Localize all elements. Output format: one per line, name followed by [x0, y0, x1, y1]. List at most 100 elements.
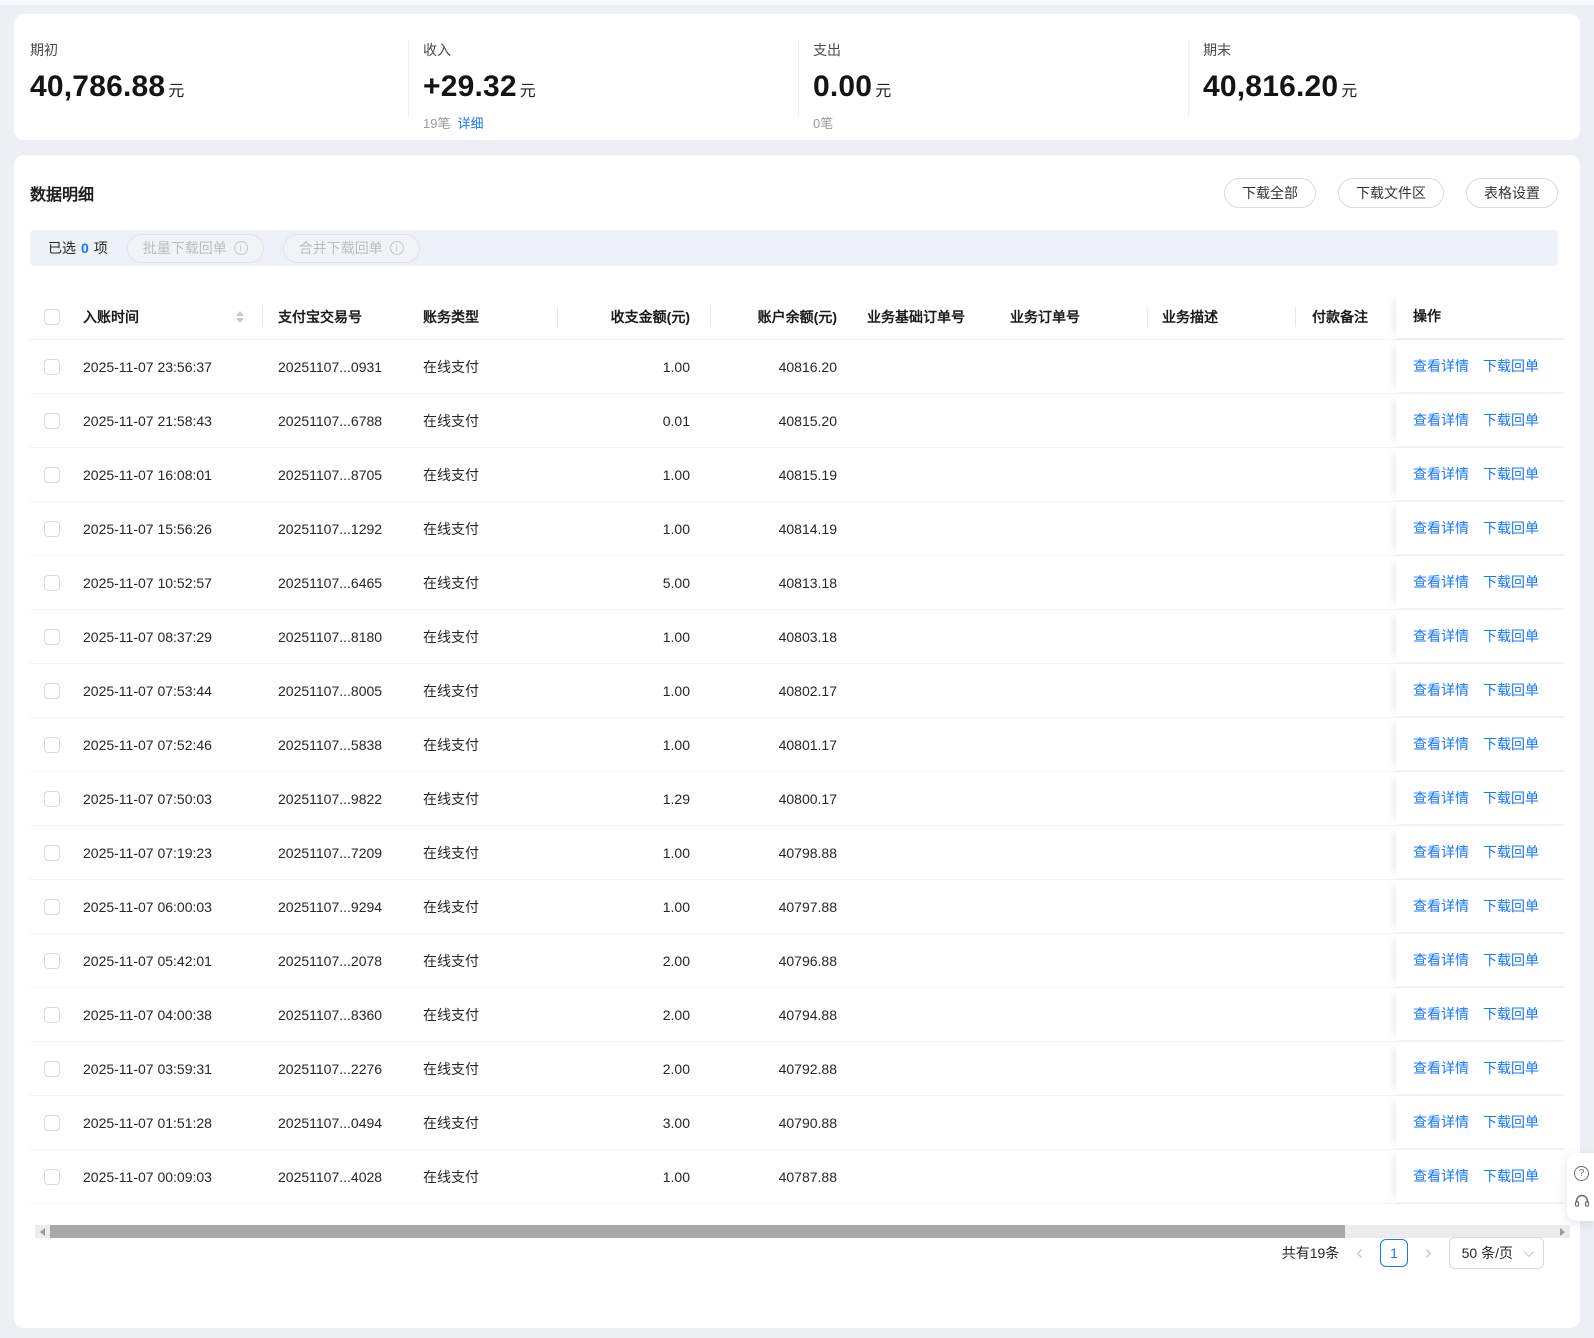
cell-account-type: 在线支付 [423, 790, 479, 807]
question-icon[interactable]: ? [1574, 1165, 1589, 1181]
download-receipt-link[interactable]: 下载回单 [1483, 410, 1539, 430]
download-receipt-link[interactable]: 下载回单 [1483, 680, 1539, 700]
view-detail-link[interactable]: 查看详情 [1413, 896, 1469, 916]
stat-label: 收入 [423, 42, 451, 58]
chevron-right-icon[interactable]: › [1423, 1243, 1434, 1263]
view-detail-link[interactable]: 查看详情 [1413, 680, 1469, 700]
download-receipt-link[interactable]: 下载回单 [1483, 1058, 1539, 1078]
table-settings-button[interactable]: 表格设置 [1466, 178, 1558, 208]
selected-suffix: 项 [93, 240, 108, 256]
row-checkbox[interactable] [44, 952, 60, 969]
download-receipt-link[interactable]: 下载回单 [1483, 356, 1539, 376]
download-receipt-link[interactable]: 下载回单 [1483, 626, 1539, 646]
cell-amount: 1.00 [662, 358, 690, 375]
row-checkbox[interactable] [44, 520, 60, 537]
view-detail-link[interactable]: 查看详情 [1413, 1166, 1469, 1186]
download-receipt-link[interactable]: 下载回单 [1483, 1166, 1539, 1186]
cell-account-type: 在线支付 [423, 1006, 479, 1023]
row-checkbox[interactable] [44, 682, 60, 699]
row-checkbox[interactable] [44, 1060, 60, 1077]
view-detail-link[interactable]: 查看详情 [1413, 950, 1469, 970]
chevron-left-icon[interactable]: ‹ [1354, 1243, 1365, 1263]
sort-icon[interactable] [236, 310, 244, 323]
view-detail-link[interactable]: 查看详情 [1413, 1058, 1469, 1078]
download-receipt-link[interactable]: 下载回单 [1483, 464, 1539, 484]
cell-txn-id: 20251107...9294 [278, 898, 383, 915]
view-detail-link[interactable]: 查看详情 [1413, 518, 1469, 538]
download-receipt-link[interactable]: 下载回单 [1483, 896, 1539, 916]
info-icon[interactable]: i [233, 241, 248, 255]
view-detail-link[interactable]: 查看详情 [1413, 842, 1469, 862]
page-size-select[interactable]: 50 条/页 [1448, 1237, 1544, 1269]
cell-balance: 40794.88 [778, 1006, 837, 1023]
download-receipt-link[interactable]: 下载回单 [1483, 842, 1539, 862]
row-checkbox[interactable] [44, 790, 60, 807]
view-detail-link[interactable]: 查看详情 [1413, 626, 1469, 646]
cell-account-type: 在线支付 [423, 574, 479, 591]
income-detail-link[interactable]: 详细 [457, 116, 483, 131]
download-receipt-link[interactable]: 下载回单 [1483, 788, 1539, 808]
row-checkbox[interactable] [44, 574, 60, 591]
cell-time: 2025-11-07 23:56:37 [83, 358, 212, 375]
download-filezone-button[interactable]: 下载文件区 [1338, 178, 1444, 208]
stat-beginning-balance: 期初 40,786.88 元 [30, 40, 184, 104]
view-detail-link[interactable]: 查看详情 [1413, 788, 1469, 808]
scrollbar-thumb[interactable] [50, 1225, 1345, 1238]
cell-balance: 40814.19 [778, 520, 837, 537]
row-checkbox[interactable] [44, 412, 60, 429]
divider [1188, 40, 1189, 118]
row-checkbox[interactable] [44, 466, 60, 483]
stat-unit: 元 [168, 83, 185, 100]
row-checkbox[interactable] [44, 1168, 60, 1185]
scroll-left-icon[interactable] [35, 1225, 49, 1238]
cell-txn-id: 20251107...1292 [278, 520, 383, 537]
download-receipt-link[interactable]: 下载回单 [1483, 950, 1539, 970]
headset-icon[interactable] [1574, 1193, 1590, 1209]
select-all-checkbox[interactable] [44, 308, 60, 325]
cell-balance: 40798.88 [778, 844, 837, 861]
download-receipt-link[interactable]: 下载回单 [1483, 734, 1539, 754]
row-checkbox[interactable] [44, 628, 60, 645]
cell-txn-id: 20251107...6788 [278, 412, 383, 429]
cell-balance: 40815.20 [778, 412, 837, 429]
cell-txn-id: 20251107...8180 [278, 628, 383, 645]
view-detail-link[interactable]: 查看详情 [1413, 1112, 1469, 1132]
row-checkbox[interactable] [44, 736, 60, 753]
row-checkbox[interactable] [44, 358, 60, 375]
cell-account-type: 在线支付 [423, 736, 479, 753]
info-icon[interactable]: i [389, 241, 404, 255]
view-detail-link[interactable]: 查看详情 [1413, 464, 1469, 484]
download-all-button[interactable]: 下载全部 [1224, 178, 1316, 208]
row-checkbox[interactable] [44, 898, 60, 915]
cell-amount: 2.00 [662, 1006, 690, 1023]
row-checkbox[interactable] [44, 1114, 60, 1131]
scroll-right-icon[interactable] [1555, 1225, 1569, 1238]
view-detail-link[interactable]: 查看详情 [1413, 410, 1469, 430]
download-receipt-link[interactable]: 下载回单 [1483, 518, 1539, 538]
row-checkbox[interactable] [44, 844, 60, 861]
view-detail-link[interactable]: 查看详情 [1413, 356, 1469, 376]
table-row: 2025-11-07 23:56:37 20251107...0931 在线支付… [30, 340, 1564, 394]
cell-balance: 40800.17 [778, 790, 837, 807]
cell-time: 2025-11-07 07:53:44 [83, 682, 212, 699]
download-receipt-link[interactable]: 下载回单 [1483, 572, 1539, 592]
row-checkbox[interactable] [44, 1006, 60, 1023]
cell-time: 2025-11-07 08:37:29 [83, 628, 212, 645]
cell-balance: 40816.20 [778, 358, 837, 375]
page-number-button[interactable]: 1 [1379, 1239, 1408, 1267]
cell-txn-id: 20251107...5838 [278, 736, 383, 753]
table-row: 2025-11-07 07:52:46 20251107...5838 在线支付… [30, 718, 1564, 772]
batch-download-button[interactable]: 批量下载回单 i [126, 233, 264, 263]
header-checkbox-cell [30, 308, 70, 325]
download-receipt-link[interactable]: 下载回单 [1483, 1112, 1539, 1132]
column-header-txn-id: 支付宝交易号 [278, 308, 362, 325]
cell-amount: 2.00 [662, 952, 690, 969]
view-detail-link[interactable]: 查看详情 [1413, 734, 1469, 754]
download-receipt-link[interactable]: 下载回单 [1483, 1004, 1539, 1024]
view-detail-link[interactable]: 查看详情 [1413, 1004, 1469, 1024]
view-detail-link[interactable]: 查看详情 [1413, 572, 1469, 592]
selected-count: 0 [81, 240, 89, 256]
cell-balance: 40792.88 [778, 1060, 837, 1077]
cell-amount: 1.00 [662, 520, 690, 537]
merge-download-button[interactable]: 合并下载回单 i [282, 233, 420, 263]
